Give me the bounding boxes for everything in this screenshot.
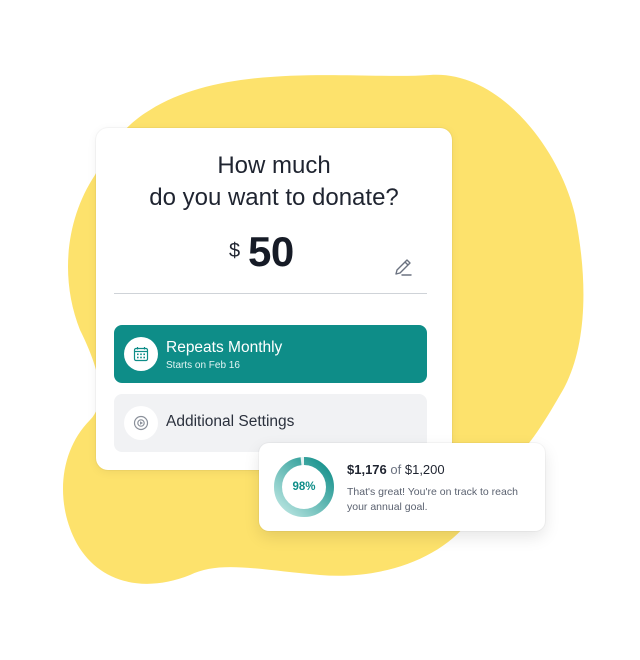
donation-card: How much do you want to donate? $ 50 Rep… (96, 128, 452, 470)
goal-target-amount: $1,200 (404, 462, 445, 477)
goal-amounts: $1,176 of $1,200 (347, 462, 445, 477)
donation-amount[interactable]: 50 (248, 228, 294, 276)
settings-icon (133, 415, 149, 431)
goal-current-amount: $1,176 (347, 462, 387, 477)
calendar-icon (133, 347, 149, 362)
goal-of-word: of (390, 462, 402, 477)
donation-question: How much do you want to donate? (96, 150, 452, 214)
settings-icon-badge (124, 406, 158, 440)
currency-symbol: $ (229, 240, 241, 262)
repeats-monthly-button[interactable]: Repeats Monthly Starts on Feb 16 (114, 325, 427, 383)
question-line-1: How much (217, 152, 331, 179)
goal-progress-card: 98% $1,176 of $1,200 That's great! You'r… (259, 443, 545, 531)
amount-divider (114, 293, 427, 294)
settings-label: Additional Settings (166, 413, 295, 430)
repeat-start-date: Starts on Feb 16 (166, 360, 240, 371)
goal-message: That's great! You're on track to reach y… (347, 486, 518, 513)
calendar-icon-badge (124, 337, 158, 371)
pencil-icon (395, 259, 412, 276)
progress-percent: 98% (292, 481, 316, 493)
question-line-2: do you want to donate? (149, 184, 399, 211)
edit-amount-button[interactable] (392, 256, 414, 278)
repeat-label: Repeats Monthly (166, 339, 283, 356)
